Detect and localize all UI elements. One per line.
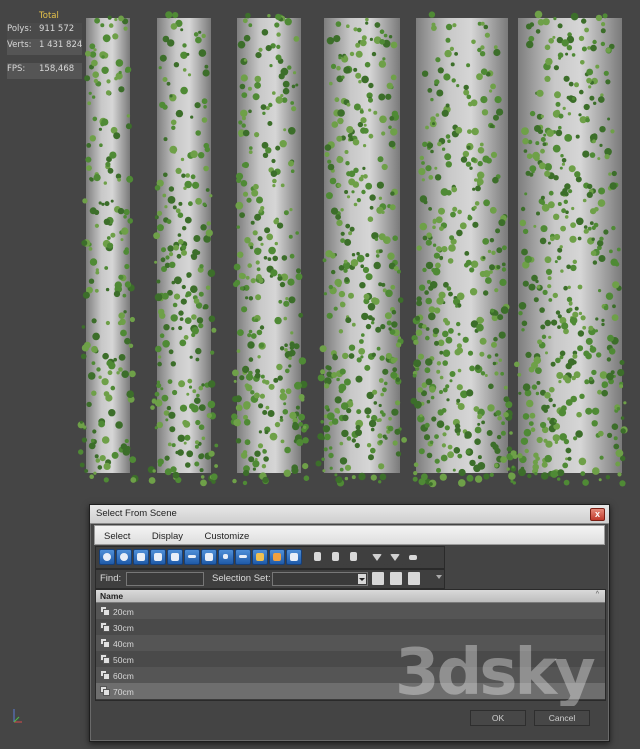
chevron-down-icon[interactable] — [358, 574, 366, 584]
select-all-icon[interactable] — [310, 549, 326, 565]
dialog-buttons: OK Cancel — [90, 704, 609, 740]
object-icon — [100, 606, 110, 616]
menu-bar: Select Display Customize — [94, 525, 605, 545]
cancel-button[interactable]: Cancel — [534, 710, 590, 726]
ivy-columns-render — [77, 10, 628, 488]
selection-set-label: Selection Set: — [212, 573, 271, 584]
selection-set-add-icon[interactable] — [390, 572, 402, 585]
display-lights-icon[interactable] — [133, 549, 149, 565]
object-name: 40cm — [113, 639, 134, 649]
3dsky-watermark: 3dsky — [395, 636, 595, 706]
select-invert-icon[interactable] — [346, 549, 362, 565]
object-icon — [100, 622, 110, 632]
ivy-column — [410, 11, 517, 488]
object-name: 50cm — [113, 655, 134, 665]
object-icon — [100, 654, 110, 664]
filter-icon[interactable] — [369, 549, 385, 565]
ivy-column — [147, 11, 219, 487]
name-column-label: Name — [100, 591, 124, 601]
toolbar-overflow-icon[interactable] — [436, 575, 442, 579]
display-bones-icon[interactable] — [235, 549, 251, 565]
ivy-column — [315, 17, 407, 487]
menu-display[interactable]: Display — [143, 528, 191, 542]
display-shapes-icon[interactable] — [116, 549, 132, 565]
menu-customize[interactable]: Customize — [195, 528, 257, 542]
ok-button[interactable]: OK — [470, 710, 526, 726]
selection-set-edit-icon[interactable] — [372, 572, 384, 585]
object-name: 30cm — [113, 623, 134, 633]
object-name: 70cm — [113, 687, 134, 697]
selection-set-remove-icon[interactable] — [408, 572, 420, 585]
display-xrefs-icon[interactable] — [218, 549, 234, 565]
display-groups-icon[interactable] — [201, 549, 217, 565]
watermark-text: 3dsky — [395, 636, 595, 706]
display-cameras-icon[interactable] — [150, 549, 166, 565]
display-helpers-icon[interactable] — [167, 549, 183, 565]
layers-toggle-icon[interactable] — [405, 549, 421, 565]
object-row[interactable]: 30cm — [96, 619, 605, 635]
menu-select[interactable]: Select — [95, 528, 138, 542]
object-name: 60cm — [113, 671, 134, 681]
find-label: Find: — [100, 573, 122, 584]
filter-toolbar — [95, 546, 445, 569]
display-hidden-icon[interactable] — [286, 549, 302, 565]
sort-ascending-icon: ^ — [595, 591, 599, 598]
ivy-column — [77, 15, 139, 483]
select-from-scene-dialog: Select From Scene x Select Display Custo… — [89, 504, 610, 742]
find-row: Find: Selection Set: — [95, 569, 445, 589]
display-geometry-icon[interactable] — [99, 549, 115, 565]
ivy-column — [510, 10, 628, 487]
find-input[interactable] — [126, 572, 204, 586]
dialog-titlebar[interactable]: Select From Scene x — [90, 505, 609, 524]
display-frozen-icon[interactable] — [269, 549, 285, 565]
ivy-column — [230, 12, 310, 486]
display-spacewarps-icon[interactable] — [184, 549, 200, 565]
object-row[interactable]: 20cm — [96, 603, 605, 619]
object-name: 20cm — [113, 607, 134, 617]
object-icon — [100, 686, 110, 696]
selection-set-dropdown[interactable] — [272, 572, 368, 586]
name-column-header[interactable]: Name ^ — [96, 590, 605, 603]
axis-gizmo-icon — [13, 709, 22, 723]
close-button[interactable]: x — [590, 508, 605, 521]
dialog-title: Select From Scene — [96, 508, 177, 519]
display-containers-icon[interactable] — [252, 549, 268, 565]
filter-options-icon[interactable] — [387, 549, 403, 565]
object-icon — [100, 670, 110, 680]
select-none-icon[interactable] — [328, 549, 344, 565]
object-icon — [100, 638, 110, 648]
